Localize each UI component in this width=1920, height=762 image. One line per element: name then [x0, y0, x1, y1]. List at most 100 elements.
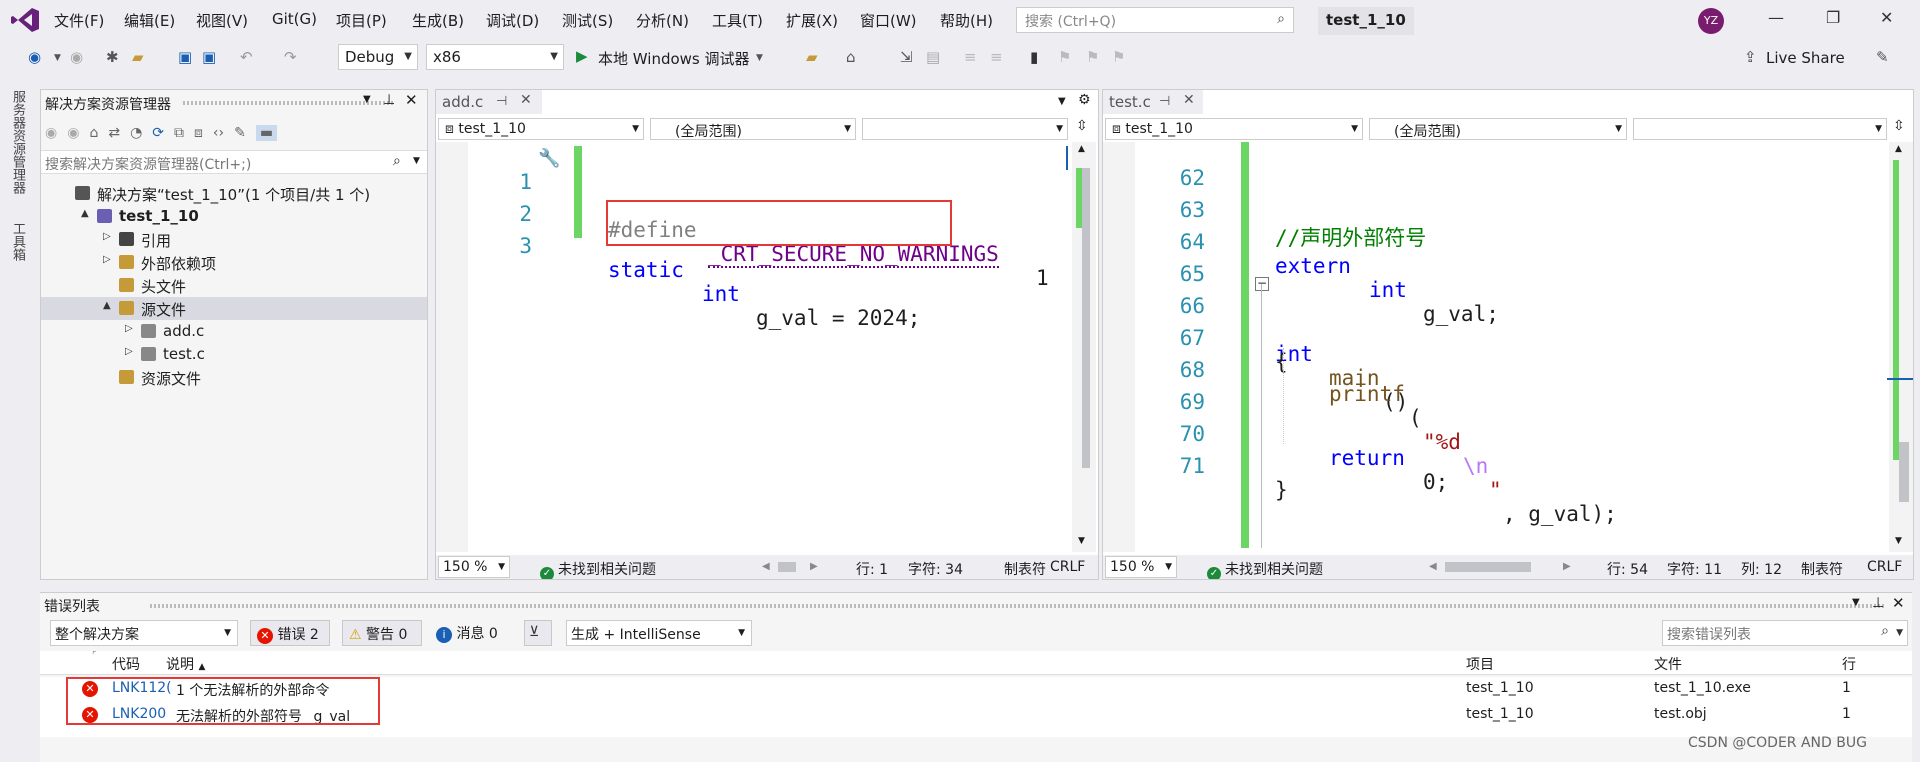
server-explorer-tab[interactable]: 服务器资源管理器: [8, 90, 27, 194]
menu-item[interactable]: 扩展(X): [786, 10, 838, 31]
settings-gear-icon[interactable]: ⚙: [1078, 92, 1091, 108]
open-file-icon[interactable]: ▰: [132, 48, 144, 66]
window-icon[interactable]: ▤: [926, 48, 940, 66]
debugger-dropdown-icon[interactable]: ▼: [756, 53, 763, 63]
tree-item[interactable]: ▲ test_1_10: [41, 205, 427, 228]
tab-test-c[interactable]: test.c ⊣ ✕: [1103, 90, 1203, 114]
search-options-icon[interactable]: ▼: [1896, 628, 1903, 638]
back-icon[interactable]: ◉: [28, 48, 41, 66]
expand-toggle-icon[interactable]: ▷: [103, 254, 111, 265]
tree-item[interactable]: ▷ 引用: [41, 228, 427, 251]
panel-menu-icon[interactable]: ▼: [363, 94, 371, 105]
horizontal-scroll-thumb[interactable]: [1445, 562, 1531, 572]
zoom-select[interactable]: 150 % ▼: [438, 556, 510, 578]
column-header-project[interactable]: 项目: [1466, 654, 1494, 674]
close-window-icon[interactable]: ✕: [1880, 8, 1893, 27]
visual-studio-logo-icon[interactable]: [10, 7, 40, 33]
project-nav-select[interactable]: ⧈ test_1_10 ▼: [1105, 118, 1363, 140]
expand-toggle-icon[interactable]: ▷: [125, 323, 133, 334]
redo-icon[interactable]: ↷: [284, 48, 297, 66]
tree-item[interactable]: ▲ 源文件: [41, 297, 427, 320]
tree-item[interactable]: 资源文件: [41, 366, 427, 389]
bookmark-icon[interactable]: ▮: [1030, 48, 1038, 66]
issues-indicator[interactable]: ✓ 未找到相关问题: [1207, 559, 1323, 579]
home-icon[interactable]: ⌂: [846, 48, 856, 66]
tree-item[interactable]: 头文件: [41, 274, 427, 297]
messages-filter-button[interactable]: i 消息 0: [436, 623, 498, 643]
live-share-icon[interactable]: ⇪: [1744, 48, 1757, 66]
expand-toggle-icon[interactable]: ▲: [81, 208, 89, 219]
column-header-desc[interactable]: 说明 ▲: [166, 654, 205, 674]
menu-item[interactable]: Git(G): [272, 10, 317, 28]
error-source-select[interactable]: 生成 + IntelliSense ▼: [566, 620, 752, 646]
tree-item[interactable]: ▷ 外部依赖项: [41, 251, 427, 274]
properties-icon[interactable]: ✎: [234, 125, 246, 141]
pin-icon[interactable]: ⊥: [383, 92, 395, 108]
menu-item[interactable]: 工具(T): [712, 10, 763, 31]
zoom-select[interactable]: 150 % ▼: [1105, 556, 1177, 578]
member-nav-select[interactable]: ▼: [862, 118, 1068, 140]
tabs-indicator[interactable]: 制表符: [1004, 559, 1046, 579]
scroll-left-icon[interactable]: ◀: [762, 561, 770, 572]
member-nav-select[interactable]: ▼: [1633, 118, 1887, 140]
project-nav-select[interactable]: ⧈ test_1_10 ▼: [438, 118, 644, 140]
prev-bookmark-icon[interactable]: ⚑: [1058, 48, 1071, 66]
restore-icon[interactable]: ❐: [1826, 8, 1840, 27]
new-project-icon[interactable]: ✱: [106, 48, 119, 66]
panel-grip[interactable]: [150, 604, 1886, 608]
save-icon[interactable]: ▣: [178, 48, 192, 66]
panel-menu-icon[interactable]: ▼: [1852, 597, 1860, 608]
code-area-test-c[interactable]: 62 63 //声明外部符号 64 extern int g_val; 65 6…: [1103, 142, 1913, 552]
save-all-icon[interactable]: ▣: [202, 48, 216, 66]
undo-icon[interactable]: ↶: [240, 48, 253, 66]
toolbox-tab[interactable]: 工具箱: [8, 222, 27, 261]
minimize-icon[interactable]: —: [1768, 8, 1784, 27]
error-search-input[interactable]: 搜索错误列表 ⌕ ▼: [1662, 620, 1908, 646]
scope-nav-select[interactable]: (全局范围) ▼: [650, 118, 856, 140]
close-tab-icon[interactable]: ✕: [1183, 92, 1195, 108]
pin-tab-icon[interactable]: ⊣: [496, 94, 507, 109]
switch-view-icon[interactable]: ⇄: [108, 125, 120, 141]
scroll-right-icon[interactable]: ▶: [1563, 561, 1571, 572]
menu-item[interactable]: 编辑(E): [124, 10, 175, 31]
column-header-code[interactable]: 代码: [112, 654, 140, 674]
scroll-left-icon[interactable]: ◀: [1429, 561, 1437, 572]
horizontal-scroll-thumb[interactable]: [778, 562, 796, 572]
live-share-button[interactable]: Live Share: [1766, 49, 1845, 67]
menu-item[interactable]: 窗口(W): [860, 10, 917, 31]
collapse-icon[interactable]: −: [1255, 277, 1269, 291]
scroll-down-icon[interactable]: ▼: [1078, 536, 1085, 546]
tree-item[interactable]: ▷ test.c: [41, 343, 427, 366]
pending-changes-icon[interactable]: ◔: [130, 125, 142, 141]
scroll-up-icon[interactable]: ▲: [1078, 144, 1085, 154]
start-debugger-button[interactable]: 本地 Windows 调试器: [598, 48, 750, 69]
eol-indicator[interactable]: CRLF: [1050, 559, 1085, 575]
view-code-icon[interactable]: ‹›: [213, 125, 224, 141]
tab-dropdown-icon[interactable]: ▼: [1058, 96, 1066, 107]
refresh-icon[interactable]: ⟳: [152, 125, 164, 141]
tab-add-c[interactable]: add.c ⊣ ✕: [436, 90, 542, 114]
expand-toggle-icon[interactable]: ▷: [103, 231, 111, 242]
collapse-all-icon[interactable]: ⧉: [174, 125, 184, 141]
solution-search-input[interactable]: 搜索解决方案资源管理器(Ctrl+;) ⌕ ▼: [41, 150, 427, 174]
menu-item[interactable]: 视图(V): [196, 10, 248, 31]
configuration-select[interactable]: Debug ▼: [338, 44, 418, 70]
menu-item[interactable]: 帮助(H): [940, 10, 993, 31]
errors-filter-button[interactable]: ✕ 错误 2: [250, 620, 330, 646]
menu-item[interactable]: 调试(D): [486, 10, 539, 31]
clear-bookmark-icon[interactable]: ⚑: [1112, 48, 1125, 66]
search-options-icon[interactable]: ▼: [413, 156, 420, 166]
scroll-right-icon[interactable]: ▶: [810, 561, 818, 572]
error-scope-select[interactable]: 整个解决方案 ▼: [50, 620, 238, 646]
scroll-down-icon[interactable]: ▼: [1895, 536, 1902, 546]
step-icon[interactable]: ⇲: [900, 48, 913, 66]
forward-icon[interactable]: ◉: [70, 48, 83, 66]
scope-nav-select[interactable]: (全局范围) ▼: [1369, 118, 1627, 140]
column-header-file[interactable]: 文件: [1654, 654, 1682, 674]
scroll-up-icon[interactable]: ▲: [1895, 144, 1902, 154]
tree-item[interactable]: 解决方案“test_1_10”(1 个项目/共 1 个): [41, 182, 427, 205]
split-icon[interactable]: ⇳: [1893, 118, 1905, 134]
panel-grip[interactable]: [183, 101, 393, 105]
uncomment-icon[interactable]: ≡: [990, 48, 1003, 66]
menu-item[interactable]: 生成(B): [412, 10, 464, 31]
